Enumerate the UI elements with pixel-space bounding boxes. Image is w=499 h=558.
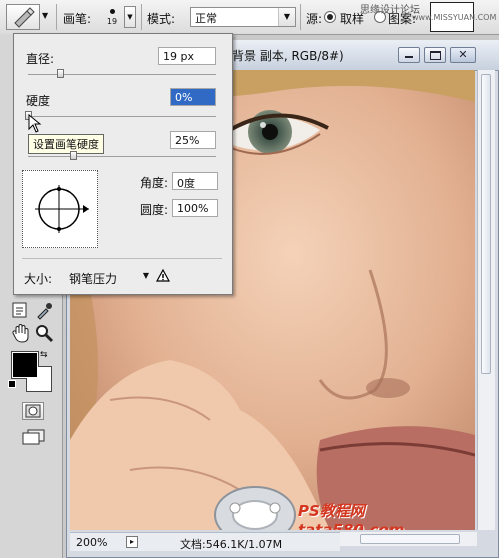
quick-mask-icon (25, 404, 41, 418)
hardness-tooltip: 设置画笔硬度 (28, 134, 104, 154)
hand-icon (12, 324, 29, 343)
healing-brush-icon (14, 7, 35, 28)
warning-icon (156, 269, 170, 282)
vertical-scrollbar[interactable] (477, 70, 495, 530)
brush-picker-button[interactable]: ▼ (124, 6, 136, 28)
document-size-info: 文档:546.1K/1.07M (180, 538, 283, 551)
brush-preview[interactable]: 19 (100, 3, 124, 31)
chevron-down-icon: ▼ (142, 271, 149, 280)
chevron-down-icon: ▼ (278, 8, 295, 26)
brush-dot-icon (109, 9, 115, 14)
roundness-field[interactable]: 100% (172, 199, 218, 217)
divider (22, 258, 222, 259)
spacing-slider-thumb[interactable] (70, 151, 77, 160)
diameter-label: 直径: (26, 52, 55, 66)
diameter-slider-thumb[interactable] (57, 69, 65, 78)
default-colors-icon[interactable] (8, 380, 16, 388)
zoom-level[interactable]: 200% (76, 536, 107, 549)
magnifier-icon (36, 325, 54, 343)
chevron-down-icon[interactable]: ▼ (42, 11, 48, 20)
quick-mask-button[interactable] (22, 402, 44, 420)
diameter-field[interactable]: 19 px (158, 47, 216, 65)
scroll-thumb[interactable] (481, 74, 491, 374)
notes-tool[interactable] (10, 300, 32, 323)
watermark-bottom: PS教程网 tata580.com (298, 502, 405, 530)
brush-label: 画笔: (63, 12, 92, 26)
foreground-color-front (12, 352, 38, 378)
hardness-field[interactable]: 0% (170, 88, 216, 106)
watermark-url: www.MISSYUAN.COM (412, 13, 497, 22)
angle-label: 角度: (140, 176, 169, 190)
mode-select[interactable]: 正常 ▼ (190, 7, 296, 27)
size-control-value: 钢笔压力 (69, 272, 118, 286)
hardness-label: 硬度 (26, 94, 51, 108)
eyedropper-icon (37, 303, 52, 320)
zoom-tool[interactable] (34, 322, 54, 347)
angle-field[interactable]: 0度 (172, 172, 218, 190)
eyedropper-tool[interactable] (34, 300, 54, 323)
mode-value: 正常 (195, 12, 217, 25)
brush-picker-panel: 直径: 19 px 硬度 0% 设置画笔硬度 25% 角度: 0度 圆度: 10… (13, 33, 233, 295)
options-bar: ▼ 画笔: 19 ▼ 模式: 正常 ▼ 源: 取样 图案: 思缘设计论坛 www… (0, 0, 499, 35)
mode-label: 模式: (147, 12, 176, 26)
size-control-select[interactable]: 钢笔压力 ▼ (64, 267, 152, 287)
cursor-arrow-icon (28, 114, 42, 133)
brush-size-readout: 19 (106, 17, 118, 26)
document-title: 背景 副本, RGB/8#) (232, 49, 344, 63)
swap-colors-icon[interactable]: ⇆ (40, 350, 48, 360)
source-label: 源: (306, 12, 323, 26)
radio-dot-icon (327, 14, 333, 20)
tool-preset-picker[interactable] (6, 4, 40, 30)
close-button[interactable]: ✕ (450, 47, 476, 63)
hand-tool[interactable] (10, 322, 32, 347)
status-menu-icon[interactable]: ▸ (126, 536, 138, 548)
notes-icon (12, 302, 27, 318)
maximize-button[interactable] (424, 47, 446, 63)
spacing-field[interactable]: 25% (170, 131, 216, 149)
sampled-radio[interactable] (324, 11, 336, 23)
screen-mode-icon (22, 429, 45, 445)
size-label: 大小: (24, 272, 53, 286)
watermark-top: 思缘设计论坛 (360, 5, 420, 16)
minimize-icon (405, 56, 413, 58)
diameter-slider-track[interactable] (28, 74, 216, 75)
status-bar: 200% ▸ 文档:546.1K/1.07M (70, 532, 340, 551)
roundness-label: 圆度: (140, 203, 169, 217)
horizontal-scrollbar[interactable] (340, 532, 477, 546)
scroll-thumb[interactable] (360, 534, 460, 544)
spacing-slider-track[interactable] (28, 156, 216, 157)
close-icon: ✕ (458, 48, 468, 61)
minimize-button[interactable] (398, 47, 420, 63)
maximize-icon (429, 51, 441, 60)
screen-mode-button[interactable] (20, 428, 48, 449)
brush-angle-crosshair-icon (35, 185, 89, 233)
brush-angle-preview[interactable] (22, 170, 98, 248)
hardness-slider-track[interactable] (28, 116, 216, 117)
